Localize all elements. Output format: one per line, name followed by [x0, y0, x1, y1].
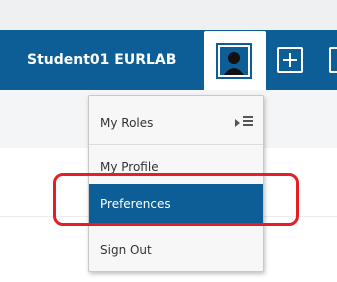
add-button[interactable]	[277, 47, 303, 73]
menu-item-my-roles[interactable]: My Roles	[89, 101, 263, 145]
top-strip	[0, 0, 337, 30]
menu-item-label: Sign Out	[100, 243, 152, 257]
menu-item-label: My Profile	[100, 160, 159, 174]
highlight-annotation	[53, 173, 299, 226]
menu-item-label: My Roles	[100, 116, 154, 130]
chevron-right-icon	[235, 119, 240, 127]
menu-item-sign-out[interactable]: Sign Out	[89, 230, 263, 270]
plus-icon	[283, 53, 297, 67]
app-root: Student01 EURLAB My Roles My Profile Pre…	[0, 0, 337, 282]
username-label[interactable]: Student01 EURLAB	[27, 50, 176, 70]
user-avatar-icon[interactable]	[216, 43, 252, 79]
list-icon	[243, 116, 253, 128]
header-overflow-button[interactable]	[329, 47, 337, 73]
